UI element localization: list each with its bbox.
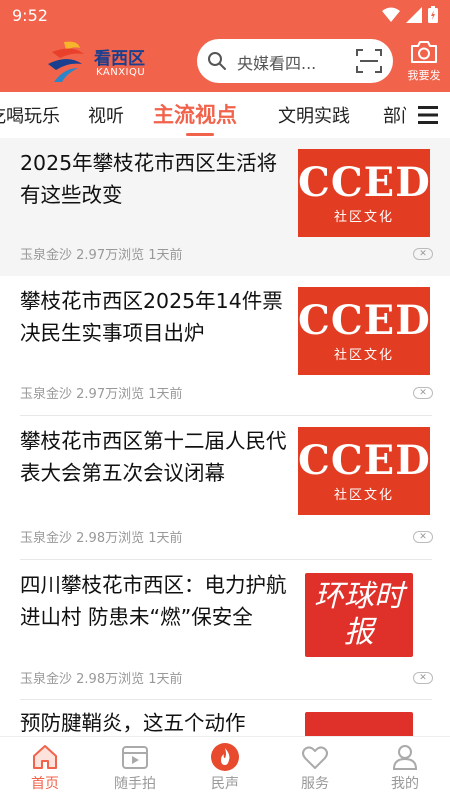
logo-mark-icon [48, 41, 84, 82]
news-time: 1天前 [148, 248, 183, 263]
tab-civilization-practice[interactable]: 文明实践 [278, 102, 350, 128]
nav-public-voice[interactable]: 民声 [180, 737, 270, 800]
thumbnail-logo-text: CCED [298, 159, 430, 206]
status-time: 9:52 [12, 6, 48, 25]
nav-label: 民声 [211, 776, 239, 792]
news-meta: 玉泉金沙 2.97万浏览 1天前 [20, 244, 183, 263]
news-views: 2.97万浏览 [76, 248, 145, 263]
nav-profile[interactable]: 我的 [360, 737, 450, 800]
nav-label: 我的 [391, 776, 419, 792]
news-thumbnail: CCED 社区文化 [298, 427, 430, 515]
post-button-label: 我要发 [407, 69, 441, 82]
heart-icon [302, 746, 328, 769]
news-title: 2025年攀枝花市西区生活将有这些改变 [20, 151, 278, 207]
news-thumbnail: 环球时报 [305, 573, 413, 657]
tab-eat-drink-play[interactable]: 吃喝玩乐 [0, 102, 60, 128]
home-icon [33, 745, 57, 769]
news-thumbnail: CCED 社区文化 [298, 287, 430, 375]
nav-services[interactable]: 服务 [270, 737, 360, 800]
dismiss-icon[interactable]: ✕ [413, 531, 433, 543]
app-screen: 9:52 看西区 KANXIQU 央媒看四... 我要发 喝玩乐 视听 主流视点… [0, 0, 450, 800]
nav-snapshot[interactable]: 随手拍 [90, 737, 180, 800]
news-thumbnail: CCED 社区文化 [298, 149, 430, 237]
news-feed: 2025年攀枝花市西区生活将有这些改变 CCED 社区文化 玉泉金沙 2.97万… [0, 138, 450, 736]
wifi-icon [382, 7, 400, 27]
news-time: 1天前 [148, 672, 183, 687]
logo-subtitle: KANXIQU [96, 67, 146, 78]
thumbnail-caption: 社区文化 [333, 348, 394, 363]
news-item[interactable]: 攀枝花市西区第十二届人民代表大会第五次会议闭幕 CCED 社区文化 玉泉金沙 2… [0, 416, 450, 560]
thumbnail-logo-text: CCED [298, 437, 430, 484]
video-icon [122, 746, 148, 769]
news-views: 2.97万浏览 [76, 387, 145, 402]
thumbnail-caption: 社区文化 [333, 210, 394, 225]
news-source: 玉泉金沙 [20, 531, 73, 546]
search-icon [207, 51, 227, 75]
news-views: 2.98万浏览 [76, 531, 145, 546]
news-item[interactable]: 预防腱鞘炎，这五个动作 [0, 700, 450, 736]
news-meta: 玉泉金沙 2.97万浏览 1天前 [20, 383, 183, 402]
nav-label: 服务 [301, 776, 329, 792]
news-title: 预防腱鞘炎，这五个动作 [20, 711, 246, 735]
dismiss-icon[interactable]: ✕ [413, 387, 433, 399]
tab-audiovisual[interactable]: 视听 [88, 102, 124, 128]
news-source: 玉泉金沙 [20, 387, 73, 402]
news-title: 四川攀枝花市西区：电力护航进山村 防患未“燃”保安全 [20, 573, 287, 629]
news-item[interactable]: 攀枝花市西区2025年14件票决民生实事项目出炉 CCED 社区文化 玉泉金沙 … [0, 276, 450, 416]
battery-icon [428, 6, 438, 27]
news-time: 1天前 [148, 531, 183, 546]
tab-mainstream-viewpoint[interactable]: 主流视点 [153, 99, 237, 129]
news-meta: 玉泉金沙 2.98万浏览 1天前 [20, 668, 183, 687]
news-title: 攀枝花市西区第十二届人民代表大会第五次会议闭幕 [20, 429, 287, 485]
dismiss-icon[interactable]: ✕ [413, 248, 433, 260]
news-title: 攀枝花市西区2025年14件票决民生实事项目出炉 [20, 289, 283, 345]
status-icons [382, 6, 438, 27]
nav-label: 首页 [31, 776, 59, 792]
flame-icon [211, 743, 239, 771]
active-tab-indicator [186, 133, 214, 136]
signal-icon [406, 6, 422, 27]
post-button[interactable]: 我要发 [402, 40, 446, 86]
scan-icon[interactable] [355, 48, 383, 78]
nav-label: 随手拍 [114, 776, 156, 792]
user-icon [392, 745, 418, 770]
camera-icon [410, 40, 438, 68]
search-bar[interactable]: 央媒看四... [197, 39, 393, 83]
news-item[interactable]: 四川攀枝花市西区：电力护航进山村 防患未“燃”保安全 环球时报 玉泉金沙 2.9… [0, 560, 450, 700]
status-bar: 9:52 [0, 0, 450, 32]
nav-home[interactable]: 首页 [0, 737, 90, 800]
dismiss-icon[interactable]: ✕ [413, 672, 433, 684]
thumbnail-logo-text: 环球时报 [314, 579, 404, 650]
news-item[interactable]: 2025年攀枝花市西区生活将有这些改变 CCED 社区文化 玉泉金沙 2.97万… [0, 138, 450, 276]
news-source: 玉泉金沙 [20, 672, 73, 687]
search-input[interactable]: 央媒看四... [237, 50, 316, 74]
thumbnail-caption: 社区文化 [333, 488, 394, 503]
news-thumbnail [305, 712, 413, 736]
bottom-navigation: 首页 随手拍 民声 服务 我的 [0, 736, 450, 800]
app-logo[interactable]: 看西区 KANXIQU [44, 38, 154, 86]
tab-menu-icon[interactable] [406, 92, 450, 138]
news-views: 2.98万浏览 [76, 672, 145, 687]
thumbnail-logo-text: CCED [298, 297, 430, 344]
news-source: 玉泉金沙 [20, 248, 73, 263]
channel-tabs: 吃喝玩乐 视听 主流视点 文明实践 部门 [0, 92, 450, 138]
logo-title: 看西区 [94, 49, 145, 69]
news-meta: 玉泉金沙 2.98万浏览 1天前 [20, 527, 183, 546]
news-time: 1天前 [148, 387, 183, 402]
